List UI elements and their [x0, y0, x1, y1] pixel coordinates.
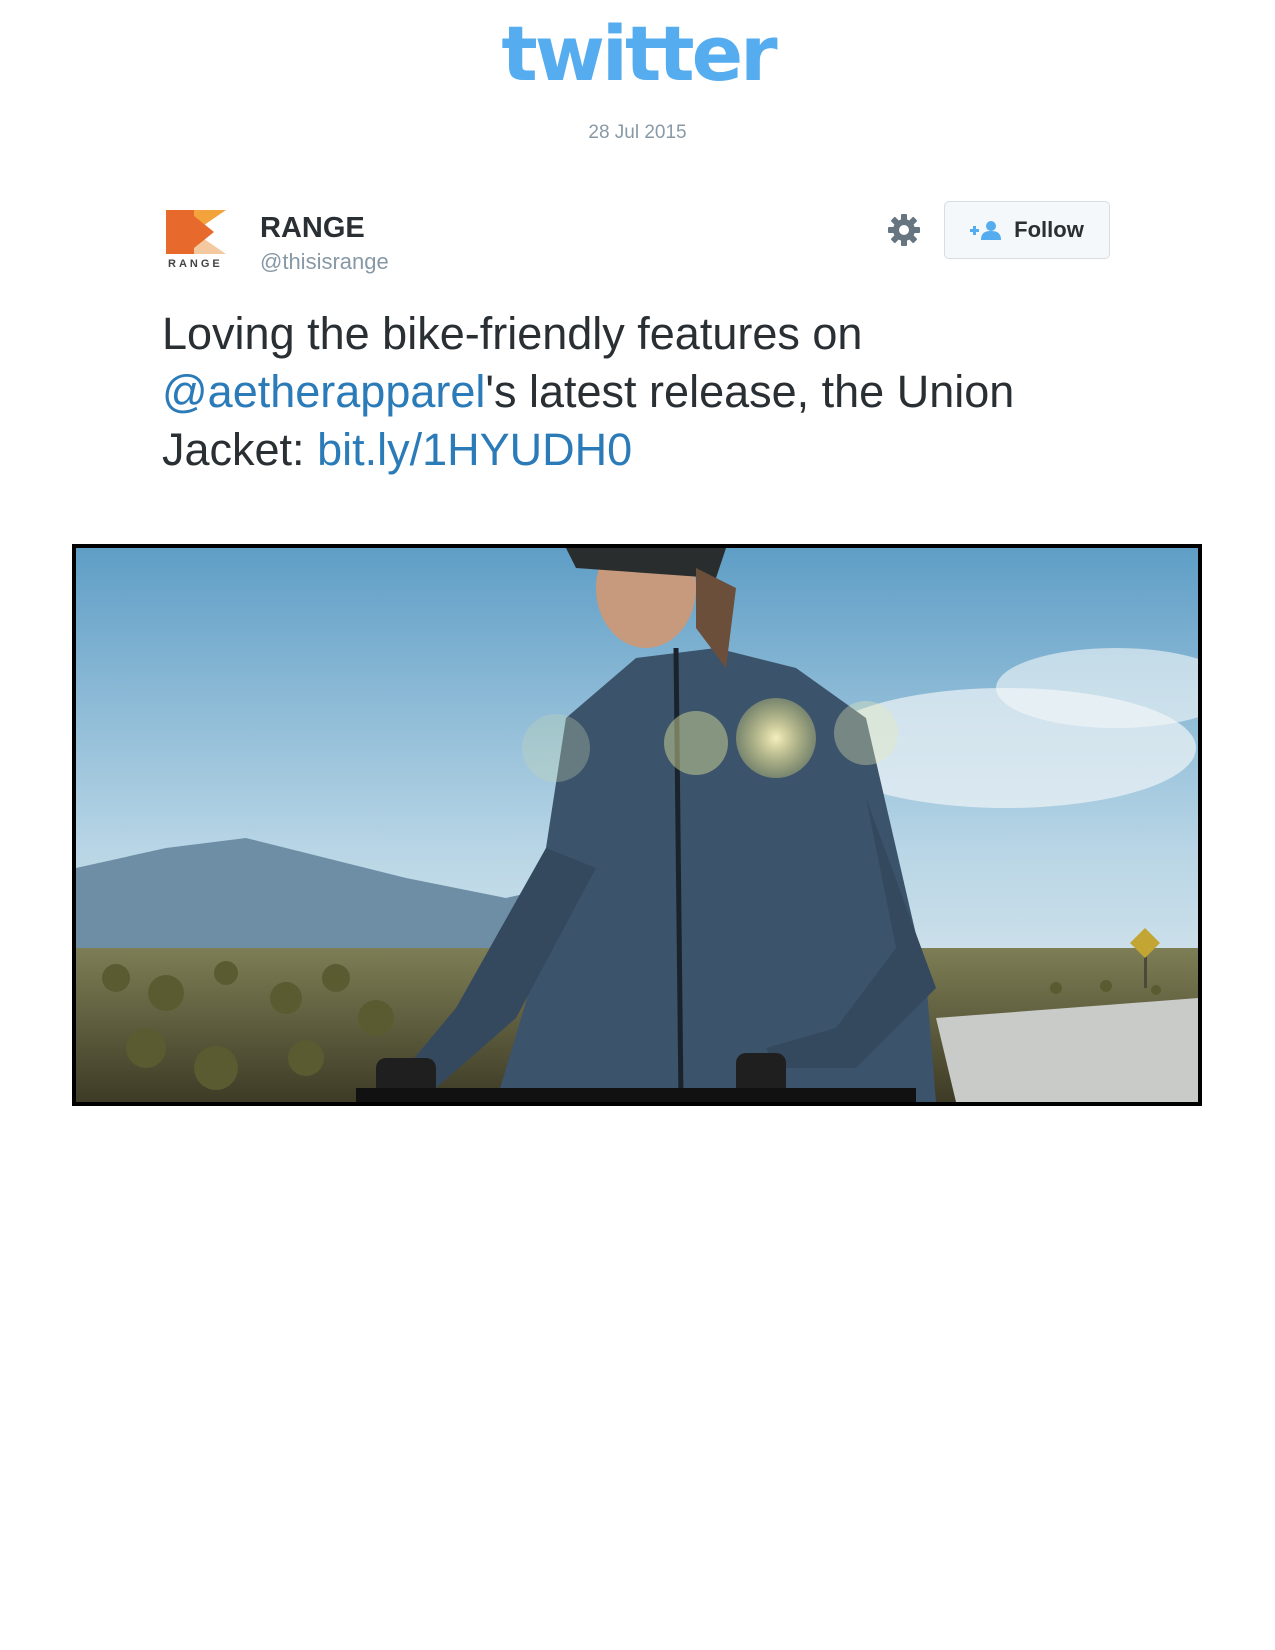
follow-button[interactable]: Follow — [944, 201, 1110, 259]
twitter-wordmark-text: twitter — [501, 9, 778, 98]
cyclist-photo — [76, 548, 1198, 1102]
twitter-logo: twitter — [478, 8, 798, 98]
tweet-text-line-2-rest: 's latest release, the Union — [485, 366, 1015, 417]
twitter-wordmark: twitter — [501, 9, 781, 98]
range-logo-mark — [166, 210, 226, 254]
tweet-text-line-2: @aetherapparel's latest release, the Uni… — [162, 363, 1082, 421]
short-url-link[interactable]: bit.ly/1HYUDH0 — [317, 424, 632, 475]
tweet-page: twitter 28 Jul 2015 RANGE RANGE @thisisr… — [0, 0, 1275, 1650]
follow-button-label: Follow — [1014, 217, 1084, 242]
author-handle[interactable]: @thisisrange — [260, 249, 389, 275]
add-user-icon — [970, 221, 1002, 240]
tweet-text: Loving the bike-friendly features on @ae… — [162, 305, 1082, 479]
range-logo-caption: RANGE — [168, 258, 223, 270]
tweet-text-line-3-start: Jacket: — [162, 424, 318, 475]
mention-link[interactable]: @aetherapparel — [162, 366, 485, 417]
tweet-photo[interactable] — [72, 544, 1202, 1106]
author-display-name[interactable]: RANGE — [260, 212, 365, 245]
tweet-text-line-1: Loving the bike-friendly features on — [162, 308, 863, 359]
tweet-text-line-3: Jacket: bit.ly/1HYUDH0 — [162, 421, 1082, 479]
gear-icon[interactable] — [887, 213, 921, 247]
tweet-date: 28 Jul 2015 — [588, 122, 687, 143]
